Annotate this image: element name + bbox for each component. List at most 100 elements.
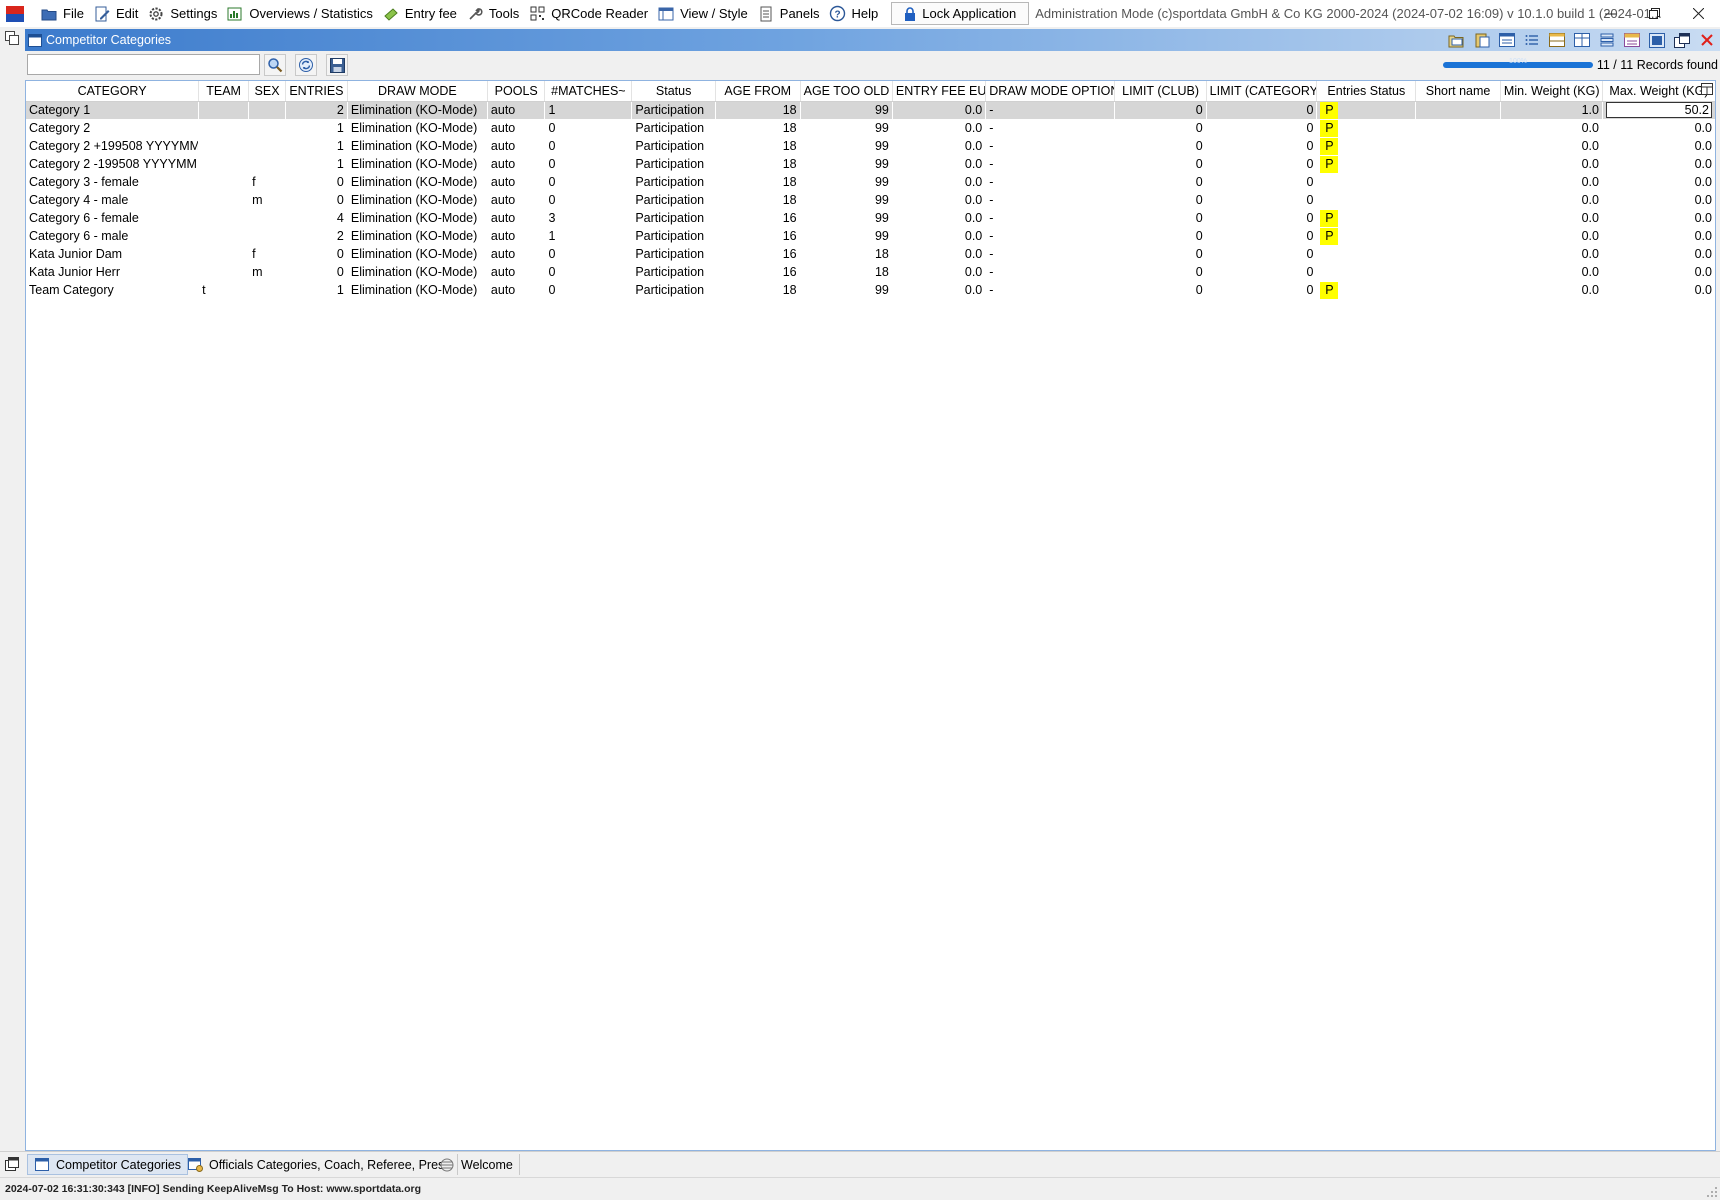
- table-cell[interactable]: 0.0: [1602, 191, 1715, 209]
- table-cell[interactable]: f: [249, 173, 286, 191]
- table-row[interactable]: Category 6 - female 4 Elimination (KO-Mode…: [26, 209, 1715, 227]
- table-cell[interactable]: 0: [1115, 227, 1206, 245]
- table-cell[interactable]: 99: [800, 227, 892, 245]
- table-cell[interactable]: Participation: [632, 173, 716, 191]
- table-cell[interactable]: [249, 281, 286, 299]
- table-cell[interactable]: 0.0: [1500, 227, 1602, 245]
- copy-windows-icon[interactable]: [5, 31, 19, 48]
- table-row[interactable]: Category 2 1 Elimination (KO-Mode) auto 0 Par…: [26, 119, 1715, 137]
- table-cell[interactable]: 0.0: [1602, 173, 1715, 191]
- table-cell[interactable]: 0: [545, 263, 632, 281]
- table-cell[interactable]: auto: [487, 281, 545, 299]
- table-cell[interactable]: auto: [487, 227, 545, 245]
- column-header[interactable]: DRAW MODE OPTION: [985, 81, 1116, 102]
- menu-overviews-statistics[interactable]: Overviews / Statistics: [224, 0, 380, 27]
- table-cell[interactable]: 0.0: [1602, 227, 1715, 245]
- table-cell[interactable]: 1: [285, 281, 347, 299]
- detach-window-icon[interactable]: [1672, 31, 1691, 49]
- table-cell[interactable]: Kata Junior Dam: [26, 245, 199, 263]
- table-cell[interactable]: Participation: [632, 209, 716, 227]
- max-weight-edit-field[interactable]: 50.2: [1605, 102, 1712, 119]
- table-cell[interactable]: Elimination (KO-Mode): [347, 281, 487, 299]
- table-cell[interactable]: 99: [800, 209, 892, 227]
- table-row[interactable]: Category 1 2 Elimination (KO-Mode) auto 1 Par…: [26, 101, 1715, 119]
- table-cell[interactable]: 0: [1206, 227, 1317, 245]
- column-header[interactable]: ENTRY FEE EUR: [892, 81, 987, 102]
- clipboard-icon[interactable]: [1472, 31, 1491, 49]
- close-panel-icon[interactable]: [1697, 31, 1716, 49]
- table-cell[interactable]: -: [986, 227, 1115, 245]
- table-cell[interactable]: -: [986, 137, 1115, 155]
- table-row[interactable]: Category 6 - male 2 Elimination (KO-Mode) a…: [26, 227, 1715, 245]
- table-row[interactable]: Category 2 -199508 YYYYMM 1 Elimination (K…: [26, 155, 1715, 173]
- table-cell[interactable]: -: [986, 119, 1115, 137]
- table-cell[interactable]: m: [249, 263, 286, 281]
- table-cell[interactable]: 0.0: [1602, 281, 1715, 299]
- table-row[interactable]: Category 2 +199508 YYYYMM 1 Elimination (K…: [26, 137, 1715, 155]
- resize-grip-icon[interactable]: [1706, 1186, 1718, 1198]
- column-header[interactable]: Short name: [1415, 81, 1501, 102]
- table-cell[interactable]: P: [1317, 281, 1416, 299]
- table-cell[interactable]: Team Category: [26, 281, 199, 299]
- close-window-button[interactable]: [1676, 0, 1720, 27]
- table-edit-icon[interactable]: [1547, 31, 1566, 49]
- table-cell[interactable]: 0.0: [1602, 137, 1715, 155]
- print-layout-icon[interactable]: [1622, 31, 1641, 49]
- table-cell[interactable]: Category 6 - female: [26, 209, 199, 227]
- table-cell[interactable]: 0: [1206, 209, 1317, 227]
- table-cell[interactable]: -: [986, 191, 1115, 209]
- table-cell[interactable]: 18: [715, 119, 800, 137]
- table-cell[interactable]: [249, 227, 286, 245]
- menu-view-style[interactable]: View / Style: [655, 0, 755, 27]
- table-cell[interactable]: t: [199, 281, 249, 299]
- table-cell[interactable]: 99: [800, 101, 893, 119]
- table-cell[interactable]: Elimination (KO-Mode): [347, 155, 487, 173]
- column-header[interactable]: LIMIT (CATEGORY): [1206, 81, 1318, 102]
- table-cell[interactable]: 0.0: [1602, 155, 1715, 173]
- table-cell[interactable]: f: [249, 245, 286, 263]
- table-cell[interactable]: 18: [715, 281, 800, 299]
- table-cell[interactable]: [199, 155, 249, 173]
- table-cell[interactable]: 0: [1115, 263, 1206, 281]
- table-cell[interactable]: 0: [285, 191, 347, 209]
- table-cell[interactable]: [1416, 137, 1501, 155]
- table-cell[interactable]: Category 2 -199508 YYYYMM: [26, 155, 199, 173]
- table-cell[interactable]: auto: [487, 101, 545, 119]
- table-row[interactable]: Kata Junior Dam f 0 Elimination (KO-Mode) au…: [26, 245, 1715, 263]
- list-view-icon[interactable]: [1522, 31, 1541, 49]
- table-cell[interactable]: m: [249, 191, 286, 209]
- column-header[interactable]: ENTRIES: [285, 81, 348, 102]
- refresh-button[interactable]: [295, 54, 317, 76]
- table-cell[interactable]: 2: [285, 101, 348, 119]
- table-cell[interactable]: 1: [285, 119, 347, 137]
- table-cell[interactable]: 99: [800, 119, 892, 137]
- table-cell[interactable]: [249, 209, 286, 227]
- table-cell[interactable]: 99: [800, 281, 892, 299]
- table-cell[interactable]: 0.0: [1500, 209, 1602, 227]
- table-cell[interactable]: 0.0: [1602, 209, 1715, 227]
- table-cell[interactable]: 0: [545, 281, 632, 299]
- table-cell[interactable]: Participation: [631, 101, 716, 119]
- table-cell[interactable]: 0.0: [1500, 191, 1602, 209]
- table-cell[interactable]: 0: [1206, 245, 1317, 263]
- table-cell[interactable]: 0.0: [1602, 263, 1715, 281]
- table-cell[interactable]: Participation: [632, 119, 716, 137]
- table-cell[interactable]: 99: [800, 173, 892, 191]
- table-cell[interactable]: [199, 191, 249, 209]
- table-cell[interactable]: Category 4 - male: [26, 191, 199, 209]
- table-cell[interactable]: [198, 101, 249, 119]
- table-cell[interactable]: P: [1316, 101, 1416, 119]
- table-cell[interactable]: 99: [800, 191, 892, 209]
- table-cell[interactable]: Participation: [632, 155, 716, 173]
- table-cell[interactable]: Participation: [632, 281, 716, 299]
- column-chooser-icon[interactable]: [1701, 83, 1713, 95]
- table-cell[interactable]: 1: [544, 101, 632, 119]
- table-cell[interactable]: auto: [487, 173, 545, 191]
- table-cell[interactable]: 2: [285, 227, 347, 245]
- tabs-menu-icon[interactable]: [5, 1157, 19, 1174]
- table-cell[interactable]: 50.2: [1602, 101, 1715, 119]
- restore-button[interactable]: [1632, 0, 1676, 27]
- table-cell[interactable]: [1416, 155, 1501, 173]
- table-cell[interactable]: P: [1317, 119, 1416, 137]
- table-cell[interactable]: [1416, 119, 1501, 137]
